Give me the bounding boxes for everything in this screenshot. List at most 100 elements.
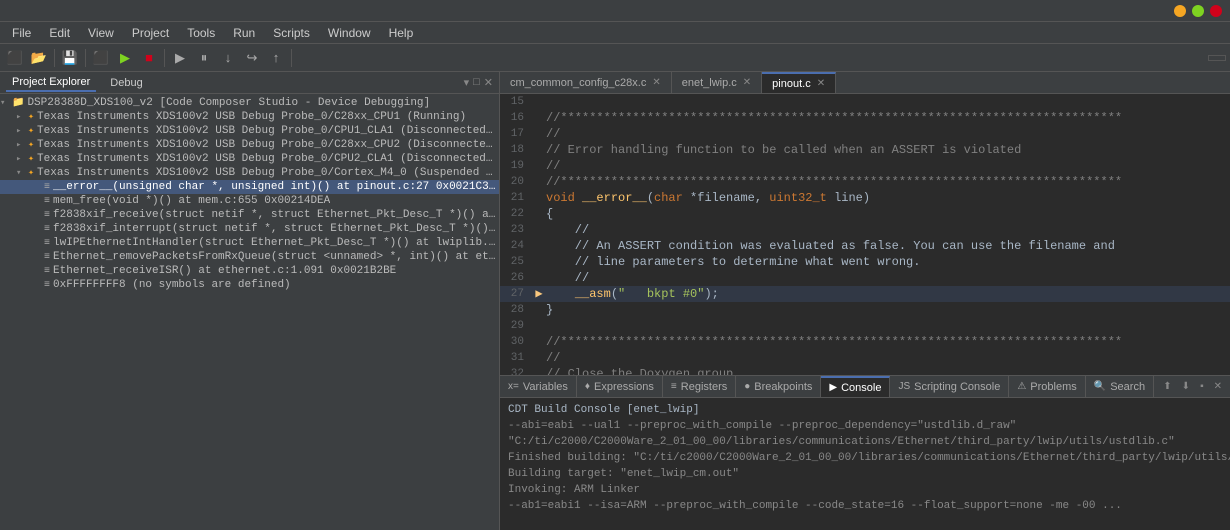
panel-maximize-icon[interactable]: □	[473, 76, 480, 89]
toolbar-new-button[interactable]: ⬛	[4, 47, 26, 69]
code-line: 20//************************************…	[500, 174, 1230, 190]
line-content[interactable]: // Error handling function to be called …	[546, 142, 1230, 158]
tree-expand-arrow[interactable]: ▾	[0, 98, 12, 108]
tree-item[interactable]: ▸✦Texas Instruments XDS100v2 USB Debug P…	[0, 110, 499, 124]
maximize-button[interactable]	[1192, 5, 1204, 17]
tree-item-icon: ✦	[28, 139, 34, 151]
menu-item-run[interactable]: Run	[225, 24, 263, 42]
bottom-tab-registers[interactable]: ≡ Registers	[663, 376, 736, 397]
bottom-toolbar-btn-0[interactable]: ⬆	[1159, 379, 1175, 394]
panel-minimize-icon[interactable]: ▾	[464, 76, 470, 89]
menu-item-window[interactable]: Window	[320, 24, 379, 42]
menu-item-file[interactable]: File	[4, 24, 39, 42]
tree-item[interactable]: ≡Ethernet_removePacketsFromRxQueue(struc…	[0, 250, 499, 264]
code-editor[interactable]: 1516//**********************************…	[500, 94, 1230, 375]
tree-expand-arrow[interactable]: ▸	[16, 140, 28, 150]
tab-debug[interactable]: Debug	[104, 75, 148, 91]
tree-item[interactable]: ≡__error__(unsigned char *, unsigned int…	[0, 180, 499, 194]
bottom-tab-problems[interactable]: ⚠ Problems	[1009, 376, 1085, 397]
tree-item[interactable]: ≡mem_free(void *)() at mem.c:655 0x00214…	[0, 194, 499, 208]
bottom-tab-expressions[interactable]: ♦ Expressions	[577, 376, 663, 397]
tree-item-label: __error__(unsigned char *, unsigned int)…	[53, 181, 499, 193]
line-content[interactable]: //**************************************…	[546, 110, 1230, 126]
toolbar-stop-button[interactable]: ■	[138, 47, 160, 69]
menu-item-scripts[interactable]: Scripts	[265, 24, 318, 42]
tree-item-label: Texas Instruments XDS100v2 USB Debug Pro…	[37, 139, 499, 151]
line-content[interactable]: // An ASSERT condition was evaluated as …	[546, 238, 1230, 254]
line-content[interactable]: //	[546, 126, 1230, 142]
menu-item-project[interactable]: Project	[124, 24, 177, 42]
toolbar-run-button[interactable]: ▶	[114, 47, 136, 69]
tab-project-explorer[interactable]: Project Explorer	[6, 74, 96, 92]
tree-expand-arrow[interactable]: ▸	[16, 112, 28, 122]
quick-access-button[interactable]	[1208, 55, 1226, 61]
line-content[interactable]: //	[546, 222, 1230, 238]
tree-item[interactable]: ▸✦Texas Instruments XDS100v2 USB Debug P…	[0, 138, 499, 152]
bottom-toolbar-btn-2[interactable]: ▪	[1196, 379, 1208, 394]
editor-tab-enet_lwip-c[interactable]: enet_lwip.c ✕	[672, 72, 762, 93]
tree-item[interactable]: ▸✦Texas Instruments XDS100v2 USB Debug P…	[0, 124, 499, 138]
tree-item-icon: ≡	[44, 196, 50, 207]
bottom-toolbar-btn-1[interactable]: ⬇	[1178, 379, 1194, 394]
bottom-toolbar-btn-3[interactable]: ✕	[1210, 379, 1226, 394]
bottom-tab-icon: ⚠	[1017, 381, 1026, 392]
toolbar: ⬛ 📂 💾 ⬛ ▶ ■ ▶ ⏸ ↓ ↪ ↑	[0, 44, 1230, 72]
tab-close-icon[interactable]: ✕	[817, 78, 825, 89]
tree-item[interactable]: ≡0xFFFFFFFF8 (no symbols are defined)	[0, 278, 499, 292]
toolbar-debug-button[interactable]: ⬛	[90, 47, 112, 69]
tree-item[interactable]: ▸✦Texas Instruments XDS100v2 USB Debug P…	[0, 152, 499, 166]
tree-expand-arrow[interactable]: ▸	[16, 126, 28, 136]
line-content[interactable]: //	[546, 270, 1230, 286]
window-controls	[1174, 5, 1222, 17]
menu-item-tools[interactable]: Tools	[179, 24, 223, 42]
tree-item[interactable]: ▾📁DSP28388D_XDS100_v2 [Code Composer Stu…	[0, 96, 499, 110]
menu-item-edit[interactable]: Edit	[41, 24, 78, 42]
console-content[interactable]: CDT Build Console [enet_lwip]--abi=eabi …	[500, 398, 1230, 530]
menu-item-help[interactable]: Help	[381, 24, 422, 42]
line-content[interactable]: // Close the Doxygen group.	[546, 366, 1230, 375]
line-content[interactable]: //	[546, 350, 1230, 366]
line-content[interactable]: __asm(" bkpt #0");	[546, 286, 1230, 302]
line-number: 24	[500, 238, 532, 254]
bottom-tab-variables[interactable]: x= Variables	[500, 376, 577, 397]
panel-close-icon[interactable]: ✕	[484, 76, 493, 89]
tab-close-icon[interactable]: ✕	[652, 77, 660, 88]
bottom-tab-scripting-console[interactable]: JS Scripting Console	[890, 376, 1009, 397]
line-content[interactable]: //	[546, 158, 1230, 174]
tree-item[interactable]: ≡f2838xif_interrupt(struct netif *, stru…	[0, 222, 499, 236]
menu-item-view[interactable]: View	[80, 24, 122, 42]
tree-expand-arrow[interactable]: ▸	[16, 154, 28, 164]
toolbar-suspend-button[interactable]: ⏸	[193, 47, 215, 69]
toolbar-stepover-button[interactable]: ↪	[241, 47, 263, 69]
toolbar-save-button[interactable]: 💾	[59, 47, 81, 69]
minimize-button[interactable]	[1174, 5, 1186, 17]
tree-item[interactable]: ≡Ethernet_receiveISR() at ethernet.c:1.0…	[0, 264, 499, 278]
bottom-tab-breakpoints[interactable]: ● Breakpoints	[736, 376, 821, 397]
bottom-tab-icon: 🔍	[1094, 381, 1106, 392]
editor-tab-pinout-c[interactable]: pinout.c ✕	[762, 72, 836, 93]
tree-expand-arrow[interactable]: ▾	[16, 168, 28, 178]
console-line: --ab1=eabi1 --isa=ARM --preproc_with_com…	[508, 498, 1222, 514]
bottom-tab-console[interactable]: ▶ Console	[821, 376, 890, 397]
tab-close-icon[interactable]: ✕	[743, 77, 751, 88]
toolbar-stepreturn-button[interactable]: ↑	[265, 47, 287, 69]
toolbar-resume-button[interactable]: ▶	[169, 47, 191, 69]
line-content[interactable]: {	[546, 206, 1230, 222]
editor-tab-cm_common_config_c28x-c[interactable]: cm_common_config_c28x.c ✕	[500, 72, 672, 93]
line-arrow-indicator: ▶	[532, 286, 546, 302]
toolbar-sep-3	[164, 49, 165, 67]
line-content[interactable]: // line parameters to determine what wen…	[546, 254, 1230, 270]
tree-item[interactable]: ≡lwIPEthernetIntHandler(struct Ethernet_…	[0, 236, 499, 250]
line-content[interactable]: }	[546, 302, 1230, 318]
bottom-tab-search[interactable]: 🔍 Search	[1086, 376, 1154, 397]
tree-item[interactable]: ▾✦Texas Instruments XDS100v2 USB Debug P…	[0, 166, 499, 180]
line-number: 25	[500, 254, 532, 270]
toolbar-open-button[interactable]: 📂	[28, 47, 50, 69]
close-button[interactable]	[1210, 5, 1222, 17]
line-content[interactable]: void __error__(char *filename, uint32_t …	[546, 190, 1230, 206]
line-content[interactable]: //**************************************…	[546, 334, 1230, 350]
tree-item[interactable]: ≡f2838xif_receive(struct netif *, struct…	[0, 208, 499, 222]
tree-item-label: Texas Instruments XDS100v2 USB Debug Pro…	[37, 111, 466, 123]
toolbar-stepinto-button[interactable]: ↓	[217, 47, 239, 69]
line-content[interactable]: //**************************************…	[546, 174, 1230, 190]
